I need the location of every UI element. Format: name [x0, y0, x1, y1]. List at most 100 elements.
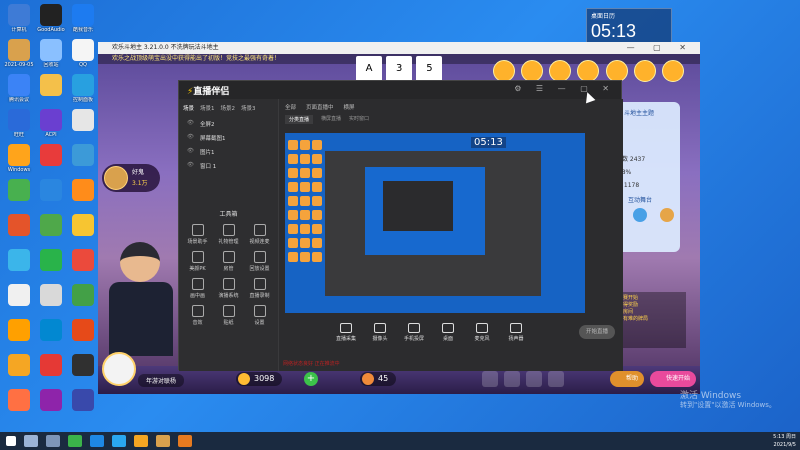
task-icon[interactable] [492, 60, 515, 82]
desktop-icon[interactable] [66, 389, 100, 412]
taskbar-app-icon[interactable] [112, 435, 126, 447]
main-tab[interactable]: 全部 [285, 103, 296, 111]
bag-icon[interactable] [662, 60, 684, 82]
help-button[interactable]: 帮助 [610, 371, 645, 387]
desktop-icon[interactable] [66, 144, 100, 167]
toolbox-tool[interactable]: 美颜PK [183, 251, 212, 272]
desktop-icon[interactable] [2, 354, 36, 377]
game-titlebar[interactable]: 欢乐斗地主 3.21.0.0 不洗牌玩法斗地主 — ▢ ✕ [98, 42, 700, 54]
desktop-icon[interactable] [2, 319, 36, 342]
stream-control-button[interactable]: 手机投屏 [401, 323, 427, 349]
toolbox-tool[interactable]: 直播录制 [245, 278, 274, 299]
desktop-icon[interactable] [66, 109, 100, 132]
desktop-icon[interactable]: 腾讯会议 [2, 74, 36, 103]
emoji-icon[interactable] [632, 208, 647, 222]
taskbar-app-icon[interactable] [156, 435, 170, 447]
taskbar-app-icon[interactable] [90, 435, 104, 447]
scene-item[interactable]: 👁 图片1 [179, 145, 278, 159]
taskbar-app-icon[interactable] [134, 435, 148, 447]
desktop-icon[interactable] [66, 319, 100, 342]
desktop-icon[interactable] [34, 179, 68, 202]
desktop-icon[interactable]: 回收站 [34, 39, 68, 68]
desktop-icon[interactable] [2, 214, 36, 237]
main-tab[interactable]: 横屏 [344, 103, 355, 111]
toolbox-tool[interactable]: 设置 [245, 305, 274, 326]
search-icon[interactable] [24, 435, 38, 447]
emoji-icon[interactable] [659, 208, 674, 222]
quick-start-button[interactable]: 快速开始 [650, 371, 697, 387]
task-view-icon[interactable] [46, 435, 60, 447]
desktop-icon[interactable] [2, 284, 36, 307]
store-icon[interactable] [520, 60, 543, 82]
toolbox-tool[interactable]: 视频连麦 [245, 224, 274, 245]
menu-icon[interactable] [526, 371, 542, 387]
desktop-icon[interactable]: 控制面板 [66, 74, 100, 103]
desktop-icon[interactable] [34, 319, 68, 342]
desktop-icon[interactable]: QQ [66, 39, 100, 68]
tab-scene[interactable]: 场景 [183, 104, 194, 112]
visibility-icon[interactable]: 👁 [187, 148, 194, 156]
desktop-icon[interactable] [2, 249, 36, 272]
stream-control-button[interactable]: 直播采集 [333, 323, 359, 349]
taskbar-app-icon[interactable] [178, 435, 192, 447]
main-tab[interactable]: 页面直播中 [306, 103, 334, 111]
opponent-card[interactable]: 好鬼 3.1万 [102, 164, 160, 192]
toolbox-tool[interactable]: 场景助手 [183, 224, 212, 245]
desktop-icon[interactable] [34, 354, 68, 377]
stream-preview[interactable]: 05:13 [285, 133, 585, 313]
mail-icon[interactable] [605, 60, 628, 82]
desktop-icon[interactable] [2, 389, 36, 412]
add-coins-button[interactable]: + [304, 372, 318, 386]
desktop-icon[interactable]: 2021-09-05 [2, 39, 36, 68]
game-window-controls[interactable]: — ▢ ✕ [627, 42, 694, 54]
visibility-icon[interactable]: 👁 [187, 134, 194, 142]
stream-control-button[interactable]: 麦克风 [469, 323, 495, 349]
desktop-icon[interactable]: Windows [2, 144, 36, 173]
desktop-icon[interactable] [34, 389, 68, 412]
desktop-icon[interactable] [2, 179, 36, 202]
toolbox-tool[interactable]: 房管 [214, 251, 243, 272]
tab-scene-1[interactable]: 场景1 [200, 104, 215, 112]
desktop-icon[interactable] [34, 144, 68, 167]
system-tray-clock[interactable]: 5:13 周日 2021/9/5 [773, 432, 796, 450]
desktop-icon[interactable] [66, 354, 100, 377]
scene-item[interactable]: 👁 窗口 1 [179, 159, 278, 173]
friends-icon[interactable] [548, 371, 564, 387]
toolbox-tool[interactable]: 画中画 [183, 278, 212, 299]
mode-tab[interactable]: 实时窗口 [349, 115, 369, 124]
visibility-icon[interactable]: 👁 [187, 162, 194, 170]
desktop-icon[interactable] [66, 284, 100, 307]
desktop-icon[interactable] [34, 74, 68, 97]
scene-item[interactable]: 👁 屏幕截图1 [179, 131, 278, 145]
desktop-icon[interactable]: ACPI [34, 109, 68, 138]
taskbar-app-icon[interactable] [68, 435, 82, 447]
stream-control-button[interactable]: 摄像头 [367, 323, 393, 349]
desktop-icon[interactable]: 旺旺 [2, 109, 36, 138]
desktop-icon[interactable]: 计算机 [2, 4, 36, 33]
desktop-icon[interactable] [66, 214, 100, 237]
stream-window[interactable]: ⚡直播伴侣 ⚙ ☰ — ▢ ✕ 场景 场景1 场景2 场景3 👁 全屏2 👁 屏幕截… [178, 80, 623, 371]
desktop-icon[interactable] [66, 179, 100, 202]
toolbox-tool[interactable]: 回放设置 [245, 251, 274, 272]
desktop-icon[interactable] [34, 214, 68, 237]
my-avatar[interactable] [102, 352, 136, 386]
shop-icon[interactable] [482, 371, 498, 387]
desktop-icon[interactable] [66, 249, 100, 272]
desktop-icon[interactable]: GoodAudio [34, 4, 68, 33]
tab-scene-3[interactable]: 场景3 [241, 104, 256, 112]
toolbox-tool[interactable]: 音效 [183, 305, 212, 326]
mode-tab[interactable]: 分类直播 [285, 115, 314, 124]
visibility-icon[interactable]: 👁 [187, 120, 194, 128]
gift-icon[interactable] [577, 60, 600, 82]
toolbox-tool[interactable]: 演播系统 [214, 278, 243, 299]
desktop-icon[interactable] [34, 249, 68, 272]
stream-window-controls[interactable]: ⚙ ☰ — ▢ ✕ [514, 84, 615, 93]
start-stream-button[interactable]: 开始直播 [579, 325, 615, 339]
toolbox-tool[interactable]: 礼物管理 [214, 224, 243, 245]
desktop-clock-widget[interactable]: 桌面日历 05:13 [586, 8, 672, 44]
toolbox-tool[interactable]: 贴纸 [214, 305, 243, 326]
lottery-icon[interactable] [549, 60, 572, 82]
start-button[interactable] [6, 436, 16, 446]
stream-titlebar[interactable]: ⚡直播伴侣 ⚙ ☰ — ▢ ✕ [179, 81, 621, 99]
desktop-icon[interactable]: 酷我音乐 [66, 4, 100, 33]
